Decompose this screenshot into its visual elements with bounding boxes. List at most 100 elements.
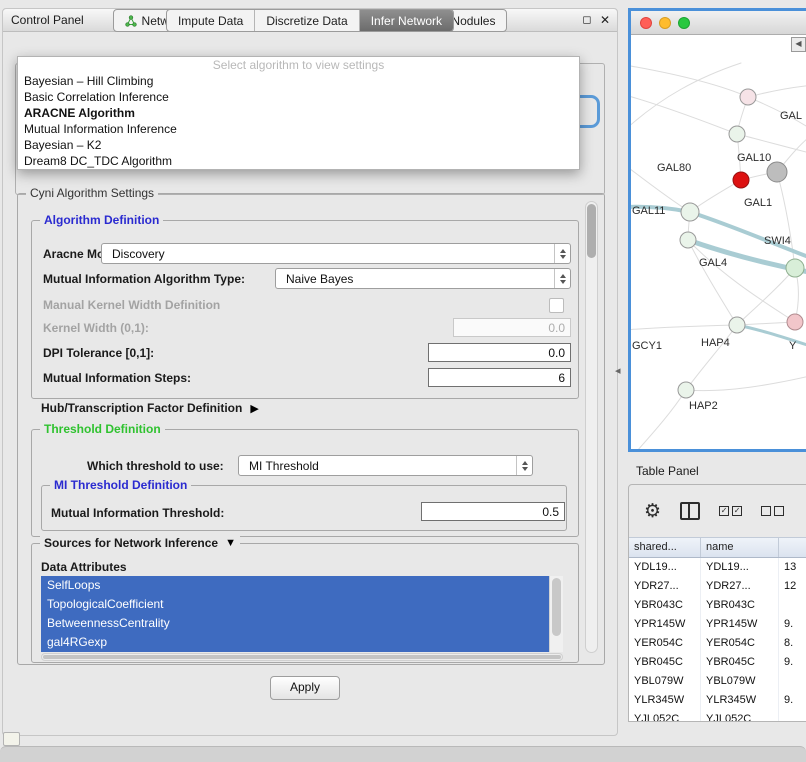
bottom-tab-infer-network[interactable]: Infer Network bbox=[359, 10, 453, 31]
network-node-green-right[interactable] bbox=[786, 259, 804, 277]
network-node-hap2[interactable] bbox=[678, 382, 694, 398]
algorithm-option-bayesian-k2[interactable]: Bayesian – K2 bbox=[18, 137, 579, 153]
aracne-mode-value: Discovery bbox=[102, 247, 554, 261]
network-node-red[interactable] bbox=[733, 172, 749, 188]
sources-expander[interactable]: Sources for Network Inference ▼ bbox=[40, 536, 240, 550]
attribute-item-selfloops[interactable]: SelfLoops bbox=[41, 576, 550, 595]
dpi-tolerance-field[interactable] bbox=[428, 343, 571, 362]
network-node-gal4[interactable] bbox=[680, 232, 696, 248]
table-cell: YLR345W bbox=[629, 691, 701, 710]
mi-algorithm-type-select[interactable]: Naive Bayes bbox=[275, 268, 571, 289]
table-cell: 8. bbox=[779, 634, 806, 653]
table-cell: YDL19... bbox=[629, 558, 701, 577]
tab-label: Impute Data bbox=[178, 14, 243, 28]
list-horizontal-scrollbar[interactable] bbox=[41, 653, 563, 661]
algorithm-option-basic-correlation-inference[interactable]: Basic Correlation Inference bbox=[18, 89, 579, 105]
algorithm-dropdown-popup: Select algorithm to view settingsBayesia… bbox=[17, 56, 580, 170]
table-cell: YER054C bbox=[701, 634, 779, 653]
attribute-item-gal4rgexp[interactable]: gal4RGexp bbox=[41, 633, 550, 652]
algorithm-placeholder-option[interactable]: Select algorithm to view settings bbox=[18, 57, 579, 73]
mi-threshold-field[interactable] bbox=[421, 502, 565, 521]
list-hscrollbar-thumb[interactable] bbox=[43, 655, 561, 659]
table-row[interactable]: YDL19...YDL19...13 bbox=[629, 558, 806, 577]
bottom-tab-discretize-data[interactable]: Discretize Data bbox=[254, 10, 358, 31]
settings-vertical-scrollbar[interactable] bbox=[585, 201, 598, 653]
mi-steps-label: Mutual Information Steps: bbox=[43, 371, 191, 385]
network-window-titlebar[interactable] bbox=[631, 11, 806, 35]
data-attributes-label: Data Attributes bbox=[41, 560, 127, 574]
deselect-all-icon[interactable] bbox=[761, 506, 784, 516]
traffic-light-minimize[interactable] bbox=[659, 17, 671, 29]
aracne-mode-select[interactable]: Discovery bbox=[101, 243, 571, 264]
settings-group-title: Cyni Algorithm Settings bbox=[26, 186, 158, 200]
collapsed-arrow-icon: ▶ bbox=[250, 402, 258, 415]
column-header-1[interactable]: name bbox=[701, 538, 779, 557]
table-cell: YBR045C bbox=[701, 653, 779, 672]
network-edge bbox=[748, 85, 806, 97]
network-node-hap4[interactable] bbox=[729, 317, 745, 333]
table-cell: 9. bbox=[779, 615, 806, 634]
attribute-item-topologicalcoefficient[interactable]: TopologicalCoefficient bbox=[41, 595, 550, 614]
algorithm-option-bayesian-hill-climbing[interactable]: Bayesian – Hill Climbing bbox=[18, 73, 579, 89]
table-cell: YDR27... bbox=[629, 577, 701, 596]
select-all-icon[interactable]: ✓✓ bbox=[719, 506, 742, 516]
apply-button[interactable]: Apply bbox=[270, 676, 340, 700]
list-vertical-scrollbar[interactable] bbox=[549, 576, 563, 652]
column-management-icon[interactable] bbox=[680, 502, 700, 520]
node-label-hap4: HAP4 bbox=[701, 337, 730, 349]
canvas-corner-toggle[interactable]: ◀ bbox=[791, 37, 806, 52]
table-cell: 12 bbox=[779, 577, 806, 596]
stepper-arrows-icon bbox=[516, 456, 532, 475]
table-body: YDL19...YDL19...13YDR27...YDR27...12YBR0… bbox=[629, 558, 806, 721]
which-threshold-select[interactable]: MI Threshold bbox=[238, 455, 533, 476]
network-node-gray[interactable] bbox=[767, 162, 787, 182]
table-row[interactable]: YLR345WYLR345W9. bbox=[629, 691, 806, 710]
table-row[interactable]: YBR045CYBR045C9. bbox=[629, 653, 806, 672]
dpi-tolerance-label: DPI Tolerance [0,1]: bbox=[43, 346, 154, 360]
network-node-green-upper[interactable] bbox=[729, 126, 745, 142]
network-edge bbox=[686, 325, 737, 390]
expanded-arrow-icon: ▼ bbox=[225, 537, 236, 549]
column-header-0[interactable]: shared... bbox=[629, 538, 701, 557]
table-row[interactable]: YBR043CYBR043C bbox=[629, 596, 806, 615]
table-settings-gear-icon[interactable]: ⚙ bbox=[644, 502, 661, 521]
minimized-panel-icon[interactable] bbox=[3, 732, 20, 746]
algorithm-option-aracne-algorithm[interactable]: ARACNE Algorithm bbox=[18, 105, 579, 121]
column-header-2[interactable] bbox=[779, 538, 806, 557]
network-edge bbox=[686, 375, 806, 391]
kernel-width-field[interactable] bbox=[453, 318, 571, 337]
node-label-y: Y bbox=[789, 340, 797, 352]
algorithm-option-mutual-information-inference[interactable]: Mutual Information Inference bbox=[18, 121, 579, 137]
hub-definition-expander[interactable]: Hub/Transcription Factor Definition ▶ bbox=[41, 401, 259, 415]
traffic-light-close[interactable] bbox=[640, 17, 652, 29]
table-header: shared...name bbox=[629, 537, 806, 558]
table-row[interactable]: YPR145WYPR145W9. bbox=[629, 615, 806, 634]
table-row[interactable]: YDR27...YDR27...12 bbox=[629, 577, 806, 596]
kernel-width-label: Kernel Width (0,1): bbox=[43, 321, 149, 335]
settings-scrollbar-thumb[interactable] bbox=[587, 204, 596, 258]
traffic-light-zoom[interactable] bbox=[678, 17, 690, 29]
unchecked-box-icon bbox=[761, 506, 771, 516]
table-row[interactable]: YER054CYER054C8. bbox=[629, 634, 806, 653]
network-node-pink-top[interactable] bbox=[740, 89, 756, 105]
mi-algorithm-type-value: Naive Bayes bbox=[276, 272, 554, 286]
table-row[interactable]: YJL052CYJL052C bbox=[629, 710, 806, 721]
splitter-collapse-icon[interactable]: ◂ bbox=[615, 364, 621, 377]
list-scrollbar-thumb[interactable] bbox=[552, 578, 561, 636]
table-row[interactable]: YBL079WYBL079W bbox=[629, 672, 806, 691]
algorithm-option-dream8-dc-tdc-algorithm[interactable]: Dream8 DC_TDC Algorithm bbox=[18, 153, 579, 169]
bottom-tab-impute-data[interactable]: Impute Data bbox=[167, 10, 254, 31]
table-cell: YBL079W bbox=[629, 672, 701, 691]
network-node-gal11[interactable] bbox=[681, 203, 699, 221]
network-canvas[interactable]: GALGAL80GAL10GAL11GAL1SWI4GAL4GCY1HAP4YH… bbox=[631, 35, 806, 449]
manual-kernel-width-checkbox[interactable] bbox=[549, 298, 564, 313]
network-node-pink-right[interactable] bbox=[787, 314, 803, 330]
mi-steps-field[interactable] bbox=[428, 368, 571, 387]
checked-box-icon: ✓ bbox=[719, 506, 729, 516]
attribute-item-betweennesscentrality[interactable]: BetweennessCentrality bbox=[41, 614, 550, 633]
table-cell: YDL19... bbox=[701, 558, 779, 577]
collapsed-bottom-bar[interactable] bbox=[0, 746, 806, 762]
table-cell: 13 bbox=[779, 558, 806, 577]
table-cell: YBR045C bbox=[629, 653, 701, 672]
bottom-tab-segments: Impute Data Discretize DataInfer Network bbox=[166, 9, 454, 32]
